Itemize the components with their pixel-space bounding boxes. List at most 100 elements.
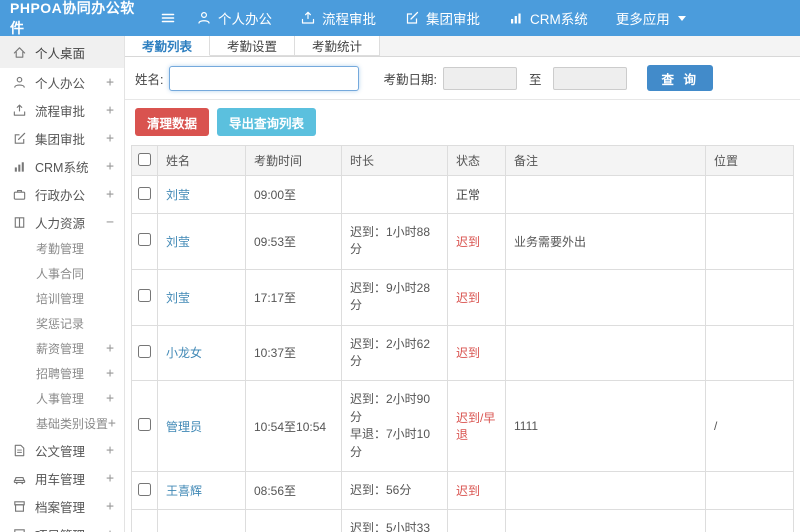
time-cell: 17:17至 xyxy=(245,268,342,326)
sidebar-item-1[interactable]: 个人办公 + xyxy=(0,68,124,96)
topnav-item-1[interactable]: 流程审批 xyxy=(300,8,376,28)
topnav-item-2[interactable]: 集团审批 xyxy=(404,8,480,28)
clean-data-button[interactable]: 清理数据 xyxy=(135,108,210,136)
sidebar-subitem-3[interactable]: 奖惩记录 xyxy=(0,311,124,336)
sidebar-subitem-label: 人事合同 xyxy=(36,267,85,281)
sidebar-item-4[interactable]: CRM系统 + xyxy=(0,152,124,180)
expand-toggle-icon[interactable]: + xyxy=(106,499,114,514)
sidebar-subitem-5[interactable]: 招聘管理 + xyxy=(0,361,124,386)
table-row: 黄蓉13:20至13:20迟到：5小时33分 早退：4小时67分迟到/早退 / xyxy=(131,509,794,532)
column-header: 位置 xyxy=(705,145,794,176)
employee-name-link[interactable]: 小龙女 xyxy=(166,346,202,360)
edit-icon xyxy=(406,11,419,24)
status-badge: 迟到 xyxy=(456,484,481,499)
tab-bar: 考勤列表 考勤设置 考勤统计 xyxy=(125,36,800,57)
sidebar-item-6[interactable]: 人力资源 − xyxy=(0,208,124,236)
row-select-cell xyxy=(131,470,158,511)
app-logo: PHPOA协同办公软件 xyxy=(10,0,135,36)
topnav-item-3[interactable]: CRM系统 xyxy=(508,8,588,28)
row-checkbox[interactable] xyxy=(138,289,151,303)
column-header: 姓名 xyxy=(157,145,246,176)
sidebar-item-5[interactable]: 行政办公 + xyxy=(0,180,124,208)
expand-toggle-icon[interactable]: + xyxy=(106,443,114,458)
status-cell: 迟到 xyxy=(447,213,506,270)
time-cell: 10:54至10:54 xyxy=(245,380,342,472)
sidebar-subitem-0[interactable]: 考勤管理 xyxy=(0,236,124,261)
employee-name-link[interactable]: 刘莹 xyxy=(166,235,190,249)
user-icon xyxy=(14,76,25,88)
sidebar: 个人桌面 个人办公 + 流程审批 + 集团审批 + CRM系统 + 行政办公 + 人力资源 − 考勤管理人… xyxy=(0,36,125,532)
location-cell xyxy=(705,470,794,511)
book-icon xyxy=(14,216,25,228)
sidebar-item-label: 个人办公 xyxy=(35,76,86,91)
name-cell: 王喜辉 xyxy=(157,470,246,511)
date-from-input[interactable] xyxy=(442,66,517,90)
employee-name-link[interactable]: 刘莹 xyxy=(166,291,190,305)
expand-toggle-icon[interactable]: + xyxy=(106,341,114,356)
status-cell: 迟到 xyxy=(447,268,506,326)
date-to-input[interactable] xyxy=(553,66,628,90)
remark-cell xyxy=(505,268,706,326)
sidebar-subitem-1[interactable]: 人事合同 xyxy=(0,261,124,286)
sidebar-item-2[interactable]: 流程审批 + xyxy=(0,96,124,124)
sidebar-item-7[interactable]: 公文管理 + xyxy=(0,436,124,464)
expand-toggle-icon[interactable]: + xyxy=(106,75,114,90)
top-navigation: 个人办公 流程审批 集团审批 CRM系统 更多应用 xyxy=(196,8,686,28)
expand-toggle-icon[interactable]: + xyxy=(106,159,114,174)
sidebar-subitem-4[interactable]: 薪资管理 + xyxy=(0,336,124,361)
expand-toggle-icon[interactable]: + xyxy=(108,416,116,431)
table-row: 小龙女 10:37至 迟到：2小时62分 迟到 xyxy=(131,324,794,382)
page-layout: 个人桌面 个人办公 + 流程审批 + 集团审批 + CRM系统 + 行政办公 + 人力资源 − 考勤管理人… xyxy=(0,36,800,532)
location-cell: / xyxy=(705,509,794,532)
sidebar-subitem-7[interactable]: 基础类别设置 + xyxy=(0,411,124,436)
sidebar-item-label: 流程审批 xyxy=(35,104,86,119)
tab-1[interactable]: 考勤设置 xyxy=(210,36,296,56)
topnav-item-4[interactable]: 更多应用 xyxy=(616,8,686,28)
sidebar-item-0[interactable]: 个人桌面 xyxy=(0,36,124,68)
sidebar-item-10[interactable]: 项目管理 + xyxy=(0,520,124,532)
row-checkbox[interactable] xyxy=(138,418,151,432)
time-cell: 10:37至 xyxy=(245,324,342,382)
expand-toggle-icon[interactable]: − xyxy=(106,215,114,230)
expand-toggle-icon[interactable]: + xyxy=(106,391,114,406)
table-row: 刘莹 17:17至 迟到：9小时28分 迟到 xyxy=(131,268,794,326)
row-select-cell xyxy=(131,324,158,382)
sidebar-subitem-2[interactable]: 培训管理 xyxy=(0,286,124,311)
export-list-button[interactable]: 导出查询列表 xyxy=(217,108,317,136)
employee-name-link[interactable]: 王喜辉 xyxy=(166,484,202,498)
expand-toggle-icon[interactable]: + xyxy=(106,366,114,381)
sidebar-item-8[interactable]: 用车管理 + xyxy=(0,464,124,492)
tab-2[interactable]: 考勤统计 xyxy=(295,36,381,56)
row-checkbox[interactable] xyxy=(138,186,151,200)
expand-toggle-icon[interactable]: + xyxy=(106,187,114,202)
sidebar-item-label: 集团审批 xyxy=(35,132,86,147)
sidebar-subitem-label: 薪资管理 xyxy=(36,342,85,356)
column-header: 状态 xyxy=(447,145,506,176)
chevron-down-icon xyxy=(677,15,686,21)
expand-toggle-icon[interactable]: + xyxy=(106,527,114,532)
sidebar-item-3[interactable]: 集团审批 + xyxy=(0,124,124,152)
sidebar-subitem-6[interactable]: 人事管理 + xyxy=(0,386,124,411)
expand-toggle-icon[interactable]: + xyxy=(106,131,114,146)
employee-name-link[interactable]: 管理员 xyxy=(166,420,202,434)
row-checkbox[interactable] xyxy=(138,344,151,358)
sidebar-item-9[interactable]: 档案管理 + xyxy=(0,492,124,520)
select-all-checkbox[interactable] xyxy=(138,152,151,166)
column-header: 考勤时间 xyxy=(245,145,342,176)
briefcase-icon xyxy=(13,189,26,200)
row-select-cell xyxy=(131,213,158,270)
menu-toggle[interactable] xyxy=(160,10,176,26)
status-badge: 迟到/早退 xyxy=(456,411,496,443)
employee-name-link[interactable]: 刘莹 xyxy=(166,188,190,202)
row-checkbox[interactable] xyxy=(138,482,151,496)
doc-icon xyxy=(14,444,25,456)
name-input[interactable] xyxy=(169,65,360,91)
expand-toggle-icon[interactable]: + xyxy=(106,103,114,118)
car-icon xyxy=(13,476,26,484)
user-icon xyxy=(198,11,210,24)
topnav-item-0[interactable]: 个人办公 xyxy=(196,8,272,28)
expand-toggle-icon[interactable]: + xyxy=(106,471,114,486)
row-checkbox[interactable] xyxy=(138,233,151,247)
search-button[interactable]: 查 询 xyxy=(647,65,713,91)
tab-0[interactable]: 考勤列表 xyxy=(125,36,211,56)
